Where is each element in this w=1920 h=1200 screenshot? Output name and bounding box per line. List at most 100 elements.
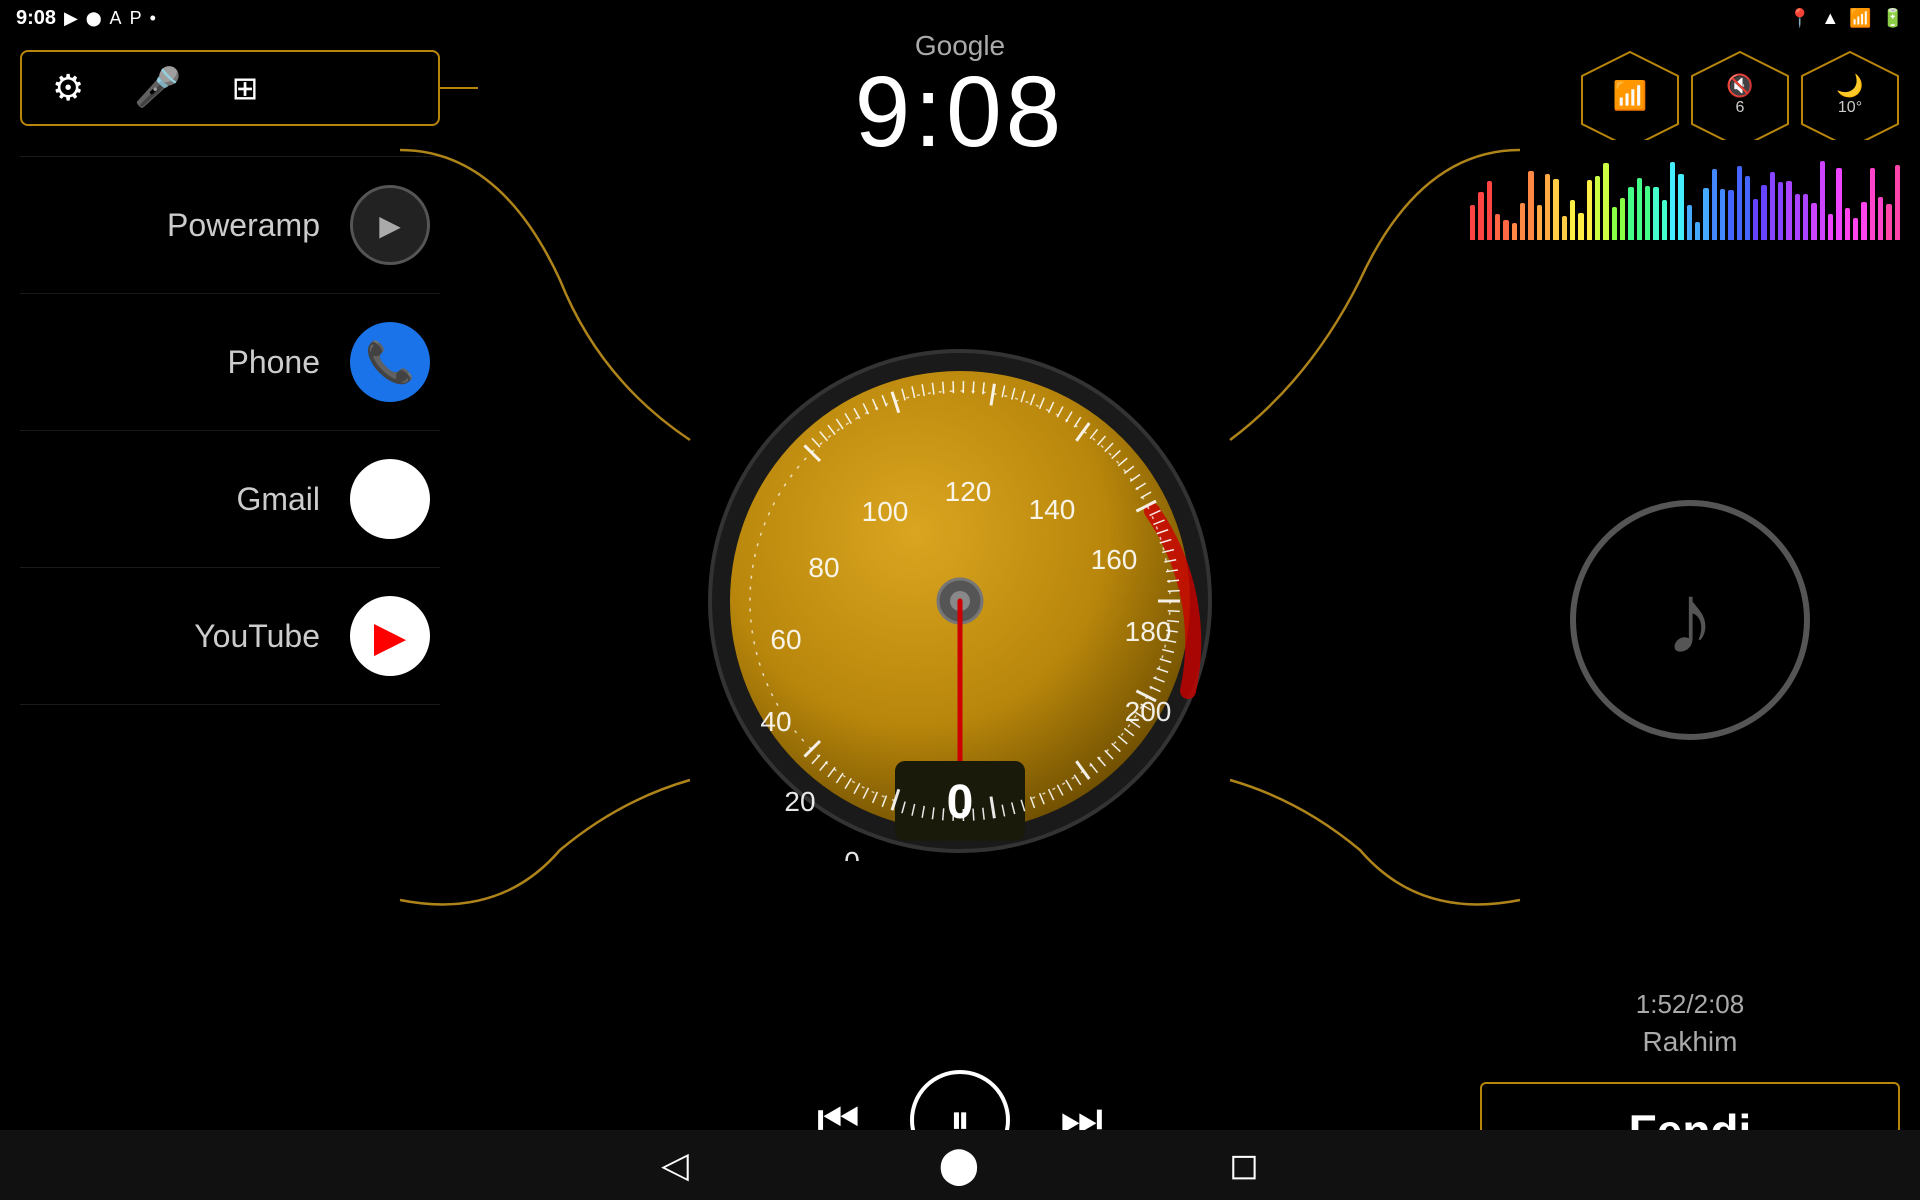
eq-bar (1786, 181, 1791, 240)
eq-bar (1820, 161, 1825, 240)
a-icon: A (110, 8, 122, 29)
eq-bar (1503, 220, 1508, 240)
eq-bar (1670, 162, 1675, 240)
battery-icon: 🔋 (1882, 8, 1904, 29)
app-label-phone: Phone (227, 344, 320, 381)
eq-bar (1612, 207, 1617, 240)
signal-status-icon: 📶 (1849, 8, 1871, 29)
wifi-status-icon: ▲ (1821, 8, 1839, 29)
eq-bar (1620, 198, 1625, 240)
app-item-youtube[interactable]: YouTube ▶ (20, 568, 440, 705)
eq-bar (1703, 188, 1708, 240)
eq-bar (1803, 194, 1808, 240)
nav-bar: ◁ ⬤ ◻ (0, 1130, 1920, 1200)
eq-bar (1845, 208, 1850, 240)
eq-bar (1770, 172, 1775, 240)
status-bar: 9:08 ▶ ⬤ A P • 📍 ▲ 📶 🔋 (0, 0, 1920, 36)
eq-bar (1512, 223, 1517, 240)
eq-bar (1528, 171, 1533, 240)
top-right-icons: 📶 🔇 6 🌙 10° (1460, 50, 1900, 140)
wifi-icon: 📶 (1613, 79, 1648, 112)
eq-bar (1737, 166, 1742, 240)
svg-text:180: 180 (1125, 616, 1172, 647)
grid-icon[interactable]: ⊞ (232, 69, 259, 107)
play-icon: ▶ (64, 8, 78, 29)
back-button[interactable]: ◁ (661, 1144, 689, 1186)
signal-icon: 🔇 (1726, 73, 1753, 99)
right-panel: 📶 🔇 6 🌙 10° ♪ 1:52/2:08 Rakhim (1460, 0, 1920, 1200)
eq-bar (1603, 163, 1608, 240)
dot-icon: • (150, 8, 156, 29)
eq-bar (1553, 179, 1558, 240)
eq-bar (1895, 165, 1900, 240)
speedometer: 0 20 40 60 80 100 120 140 160 180 200 0 (700, 132, 1220, 1070)
eq-bar (1886, 204, 1891, 240)
microphone-icon[interactable]: 🎤 (134, 66, 181, 110)
eq-bar (1828, 214, 1833, 240)
eq-bar (1836, 168, 1841, 240)
track-info: 1:52/2:08 Rakhim (1460, 989, 1920, 1072)
svg-text:40: 40 (760, 706, 791, 737)
eq-bar (1811, 203, 1816, 240)
status-left-icons: 9:08 ▶ ⬤ A P • (16, 7, 156, 30)
gmail-icon: ✉ (372, 475, 407, 524)
poweramp-play-button[interactable]: ▶ (350, 185, 430, 265)
eq-bar (1861, 202, 1866, 240)
eq-bar (1712, 169, 1717, 240)
app-item-gmail[interactable]: Gmail ✉ (20, 431, 440, 568)
weather-label: 10° (1838, 99, 1862, 117)
eq-bar (1795, 194, 1800, 240)
weather-hex-icon[interactable]: 🌙 10° (1800, 50, 1900, 140)
eq-bar (1487, 181, 1492, 240)
signal-hex-icon[interactable]: 🔇 6 (1690, 50, 1790, 140)
phone-icon: 📞 (365, 339, 415, 386)
youtube-icon-circle: ▶ (350, 596, 430, 676)
app-label-poweramp: Poweramp (167, 207, 320, 244)
equalizer (1470, 160, 1900, 240)
status-right-icons: 📍 ▲ 📶 🔋 (1789, 8, 1904, 29)
eq-bar (1578, 213, 1583, 240)
eq-bar (1537, 205, 1542, 240)
settings-icon[interactable]: ⚙ (52, 67, 84, 109)
weather-icon: 🌙 (1836, 73, 1863, 99)
svg-text:120: 120 (945, 476, 992, 507)
eq-bar (1562, 216, 1567, 240)
app-label-gmail: Gmail (236, 481, 320, 518)
app-item-phone[interactable]: Phone 📞 (20, 294, 440, 431)
eq-bar (1595, 176, 1600, 240)
svg-text:20: 20 (784, 786, 815, 817)
eq-bar (1695, 222, 1700, 240)
music-icon-area: ♪ (1460, 250, 1920, 989)
eq-bar (1870, 168, 1875, 240)
music-note-symbol: ♪ (1665, 562, 1715, 677)
svg-text:100: 100 (862, 496, 909, 527)
music-note-icon: ♪ (1570, 500, 1810, 740)
eq-bar (1761, 185, 1766, 240)
poweramp-play-icon: ▶ (379, 209, 401, 242)
app-list: Poweramp ▶ Phone 📞 Gmail ✉ YouTube ▶ (0, 136, 460, 1101)
phone-icon-circle: 📞 (350, 322, 430, 402)
eq-bar (1587, 180, 1592, 240)
recent-apps-button[interactable]: ◻ (1229, 1144, 1259, 1186)
home-button[interactable]: ⬤ (939, 1144, 979, 1186)
eq-bar (1470, 205, 1475, 240)
wifi-hex-icon[interactable]: 📶 (1580, 50, 1680, 140)
signal-label: 6 (1736, 99, 1745, 117)
svg-text:0: 0 (844, 846, 860, 861)
center-panel: Google 9:08 (460, 0, 1460, 1200)
speedometer-svg: 0 20 40 60 80 100 120 140 160 180 200 0 (700, 341, 1220, 861)
eq-bar (1637, 178, 1642, 240)
app-item-poweramp[interactable]: Poweramp ▶ (20, 156, 440, 294)
track-time: 1:52/2:08 (1460, 989, 1920, 1020)
eq-bar (1745, 176, 1750, 240)
eq-bar (1545, 174, 1550, 240)
eq-bar (1662, 200, 1667, 240)
eq-bar (1778, 182, 1783, 240)
location-icon: 📍 (1789, 8, 1811, 29)
app-label-youtube: YouTube (194, 618, 320, 655)
eq-bar (1678, 174, 1683, 240)
p-icon: P (130, 8, 142, 29)
eq-bar (1653, 187, 1658, 240)
eq-bar (1645, 186, 1650, 240)
toolbar: ⚙ 🎤 ⊞ (20, 50, 440, 126)
